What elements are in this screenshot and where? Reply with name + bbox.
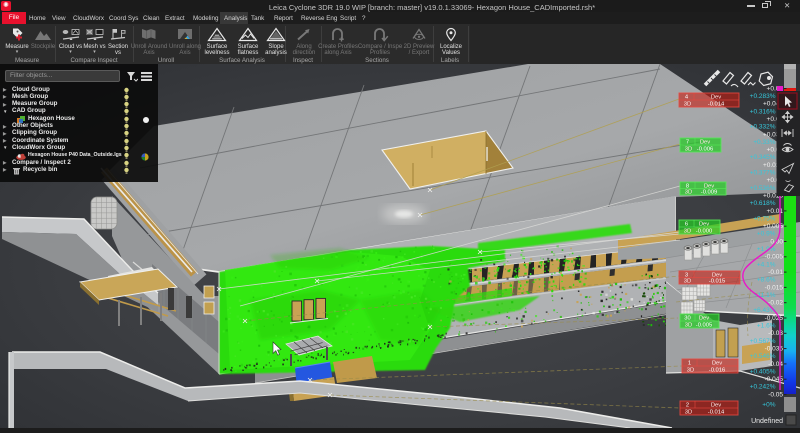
svg-text:Dev: Dev [711, 95, 721, 101]
svg-text:-0.005: -0.005 [765, 254, 784, 261]
svg-text:+0.01: +0.01 [767, 208, 784, 215]
svg-text:+0.9%: +0.9% [757, 231, 776, 238]
svg-text:-0.014: -0.014 [708, 409, 725, 415]
svg-text:Dev: Dev [699, 222, 709, 228]
svg-text:3D: 3D [685, 189, 692, 195]
svg-text:-0.000: -0.000 [696, 228, 712, 234]
svg-text:Dev: Dev [699, 316, 709, 322]
svg-text:Dev: Dev [712, 361, 722, 367]
svg-text:-0.016: -0.016 [709, 367, 725, 373]
svg-text:+0.536%: +0.536% [750, 185, 776, 192]
svg-text:-0.006: -0.006 [697, 146, 713, 152]
svg-text:+1.6%: +1.6% [757, 323, 776, 330]
svg-text:3D: 3D [684, 101, 691, 107]
svg-text:+0.405%: +0.405% [750, 368, 776, 375]
svg-text:3D: 3D [687, 367, 694, 373]
svg-text:-0.014: -0.014 [708, 101, 725, 107]
svg-text:+4.1%: +4.1% [757, 261, 776, 268]
svg-text:-0.015: -0.015 [709, 278, 725, 284]
svg-text:-0.015: -0.015 [765, 284, 784, 291]
svg-text:-0.04: -0.04 [768, 361, 783, 368]
svg-text:+0.332%: +0.332% [750, 124, 776, 131]
svg-text:+0.75%: +0.75% [753, 215, 775, 222]
svg-text:+0.242%: +0.242% [750, 384, 776, 391]
svg-text:1: 1 [688, 361, 691, 367]
svg-text:+8.6%: +8.6% [757, 277, 776, 284]
svg-text:Undefined: Undefined [751, 418, 783, 425]
svg-text:+0.316%: +0.316% [750, 108, 776, 115]
svg-text:-0.03: -0.03 [768, 330, 783, 337]
svg-text:3D: 3D [684, 228, 691, 234]
svg-text:30: 30 [684, 316, 690, 322]
svg-text:2: 2 [686, 403, 689, 409]
svg-text:-0.01: -0.01 [768, 269, 783, 276]
svg-text:-0.009: -0.009 [701, 189, 717, 195]
svg-text:Dev: Dev [711, 403, 721, 409]
svg-text:+0.377%: +0.377% [750, 170, 776, 177]
svg-text:+0.567%: +0.567% [750, 338, 776, 345]
svg-text:-0.05: -0.05 [768, 391, 783, 398]
svg-text:6: 6 [685, 222, 688, 228]
svg-text:-0.005: -0.005 [696, 322, 712, 328]
svg-text:3D: 3D [684, 278, 691, 284]
svg-text:+0.283%: +0.283% [750, 93, 776, 100]
svg-text:+0.546%: +0.546% [750, 353, 776, 360]
svg-text:+0.618%: +0.618% [750, 200, 776, 207]
svg-text:3D: 3D [685, 409, 692, 415]
svg-text:7: 7 [686, 140, 689, 146]
svg-text:3D: 3D [685, 322, 692, 328]
svg-text:+0.33%: +0.33% [753, 139, 775, 146]
svg-text:-0.025: -0.025 [765, 315, 784, 322]
svg-text:Dev: Dev [700, 140, 710, 146]
svg-text:3D: 3D [685, 146, 692, 152]
svg-text:+0%: +0% [762, 402, 775, 409]
svg-text:+0.345%: +0.345% [750, 154, 776, 161]
